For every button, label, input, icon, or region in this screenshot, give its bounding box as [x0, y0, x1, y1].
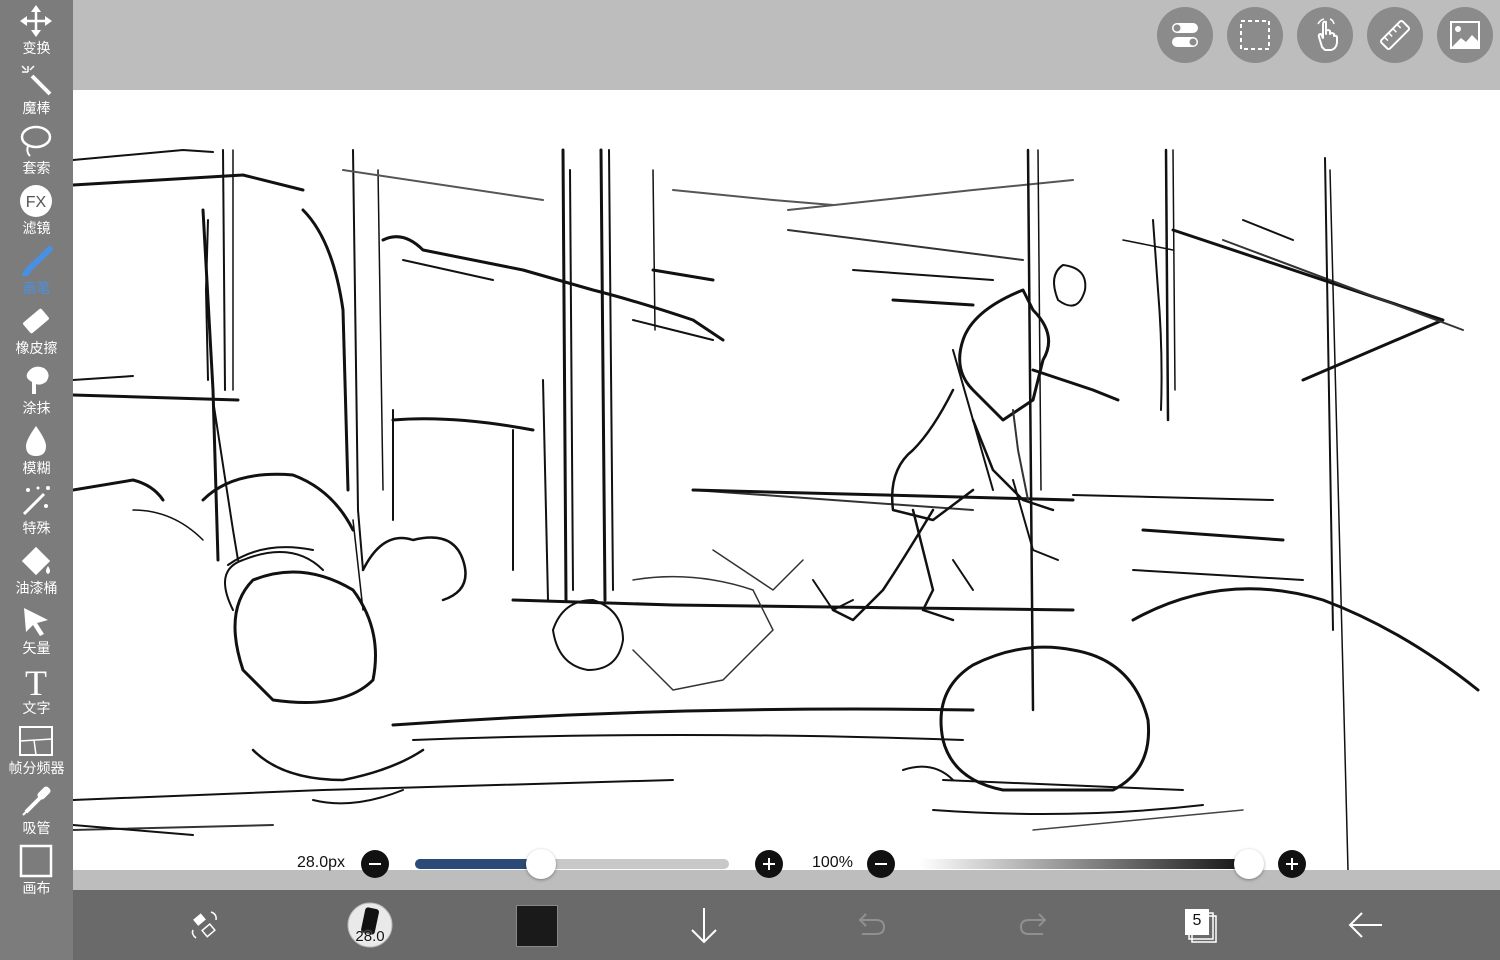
- tool-label: 变换: [22, 40, 51, 56]
- tool-move-arrows[interactable]: 变换: [0, 0, 73, 60]
- canvas-icon: [18, 844, 54, 878]
- tool-label: 滤镜: [22, 220, 51, 236]
- tool-label: 文字: [22, 700, 51, 716]
- tool-lasso[interactable]: 套索: [0, 120, 73, 180]
- tool-vector-arrow[interactable]: 矢量: [0, 600, 73, 660]
- special-sparkle-icon: [18, 484, 54, 518]
- tool-label: 吸管: [22, 820, 51, 836]
- lasso-icon: [18, 124, 54, 158]
- undo-button[interactable]: [850, 890, 890, 960]
- down-arrow-icon: [691, 908, 717, 944]
- opacity-slider[interactable]: [919, 859, 1249, 869]
- plus-icon: [1286, 858, 1298, 870]
- opacity-value: 100%: [812, 854, 853, 871]
- size-decrease-button[interactable]: [361, 850, 389, 878]
- back-button[interactable]: [1346, 890, 1386, 960]
- brush-size-value: 28.0px: [297, 854, 346, 871]
- brush-preset-button[interactable]: 28.0: [346, 890, 394, 960]
- move-arrows-icon: [18, 4, 54, 38]
- plus-icon: [763, 858, 775, 870]
- svg-text:FX: FX: [26, 194, 47, 211]
- frame-divider-icon: [18, 724, 54, 758]
- tool-label: 画布: [22, 880, 51, 896]
- tool-special-sparkle[interactable]: 特殊: [0, 480, 73, 540]
- drawing-canvas[interactable]: [73, 90, 1500, 870]
- tool-eyedropper[interactable]: 吸管: [0, 780, 73, 840]
- tool-eraser[interactable]: 橡皮擦: [0, 300, 73, 360]
- tool-label: 画笔: [22, 280, 51, 296]
- selection-icon: [1240, 20, 1270, 50]
- sketch-artwork: [73, 148, 1480, 870]
- tool-label: 套索: [22, 160, 51, 176]
- brush-icon: [18, 244, 54, 278]
- bottom-toolbar: [73, 890, 1500, 960]
- opacity-increase-button[interactable]: [1278, 850, 1306, 878]
- brush-eraser-swap-icon: [191, 911, 217, 939]
- eraser-icon: [18, 304, 54, 338]
- text-icon: T: [18, 663, 54, 703]
- selection-button[interactable]: [1227, 7, 1283, 63]
- ruler-button[interactable]: [1367, 7, 1423, 63]
- opacity-thumb[interactable]: [1234, 849, 1264, 879]
- tool-label: 特殊: [22, 520, 51, 536]
- minus-icon: [369, 863, 381, 865]
- minus-icon: [875, 863, 887, 865]
- svg-text:T: T: [25, 664, 47, 698]
- tool-frame-divider[interactable]: 帧分频器: [0, 720, 73, 780]
- brush-preset-icon: [347, 902, 393, 948]
- image-button[interactable]: [1437, 7, 1493, 63]
- tool-label: 橡皮擦: [15, 340, 58, 356]
- eyedropper-icon: [18, 784, 54, 818]
- brush-size-fill: [415, 859, 541, 869]
- tool-label: 模糊: [22, 460, 51, 476]
- layer-count: 5: [1192, 912, 1202, 929]
- blur-drop-icon: [18, 424, 54, 458]
- redo-icon: [1019, 913, 1047, 935]
- redo-button[interactable]: [1015, 890, 1055, 960]
- download-button[interactable]: [684, 890, 724, 960]
- fx-filter-icon: FX: [18, 184, 54, 218]
- brush-size-thumb[interactable]: [525, 849, 556, 879]
- layers-button[interactable]: 5: [1180, 890, 1220, 960]
- tool-text[interactable]: T 文字: [0, 660, 73, 720]
- size-increase-button[interactable]: [755, 850, 783, 878]
- tool-blur-drop[interactable]: 模糊: [0, 420, 73, 480]
- tool-canvas[interactable]: 画布: [0, 840, 73, 900]
- paint-bucket-icon: [18, 544, 54, 578]
- tool-brush[interactable]: 画笔: [0, 240, 73, 300]
- tool-label: 油漆桶: [15, 580, 58, 596]
- tool-label: 魔棒: [22, 100, 51, 116]
- tool-label: 帧分频器: [8, 760, 65, 776]
- magic-wand-icon: [18, 64, 54, 98]
- opacity-decrease-button[interactable]: [867, 850, 895, 878]
- toggle-switch-icon: [1172, 23, 1198, 47]
- tool-smudge[interactable]: 涂抹: [0, 360, 73, 420]
- smudge-icon: [18, 364, 54, 398]
- color-swatch-button[interactable]: [514, 890, 558, 960]
- tool-fx-filter[interactable]: FX 滤镜: [0, 180, 73, 240]
- toggle-switch-button[interactable]: [1157, 7, 1213, 63]
- brush-size-slider[interactable]: [415, 859, 729, 869]
- tool-paint-bucket[interactable]: 油漆桶: [0, 540, 73, 600]
- top-bar: [73, 0, 1500, 90]
- current-color-swatch: [516, 905, 558, 947]
- ruler-icon: [1379, 19, 1411, 51]
- undo-icon: [858, 913, 886, 935]
- gesture-hand-icon: [1317, 18, 1338, 51]
- tool-magic-wand[interactable]: 魔棒: [0, 60, 73, 120]
- gesture-button[interactable]: [1297, 7, 1353, 63]
- back-arrow-icon: [1348, 912, 1382, 938]
- left-toolbar: 变换魔棒套索 FX 滤镜画笔橡皮擦涂抹模糊特殊油漆桶矢量 T 文字帧分频器吸管画布: [0, 0, 73, 960]
- brush-slider-row: 28.0px 100%: [73, 845, 1500, 885]
- tool-label: 涂抹: [22, 400, 51, 416]
- swap-tool-button[interactable]: [183, 890, 225, 960]
- brush-size-badge: 28.0: [355, 928, 385, 945]
- image-icon: [1450, 21, 1480, 49]
- tool-label: 矢量: [22, 640, 51, 656]
- vector-arrow-icon: [18, 604, 54, 638]
